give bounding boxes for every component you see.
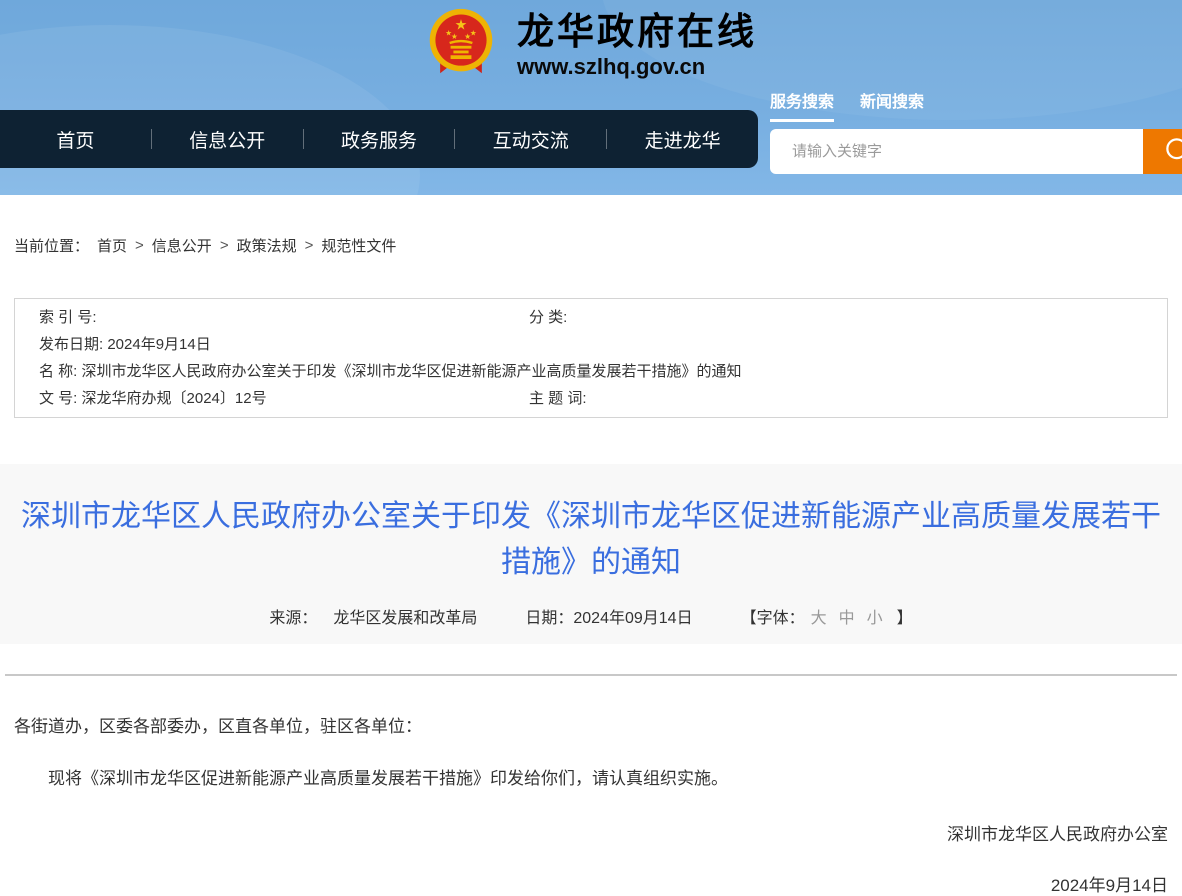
breadcrumb-item-home[interactable]: 首页 — [97, 235, 127, 256]
search-icon — [1163, 135, 1182, 168]
font-size-small-button[interactable]: 小 — [867, 604, 883, 628]
china-national-emblem-icon: ★ ★ ★ ★ ★ — [425, 6, 497, 83]
search-button[interactable] — [1143, 129, 1182, 174]
breadcrumb-label: 当前位置： — [14, 235, 89, 256]
article-salutation: 各街道办，区委各部委办，区直各单位，驻区各单位： — [14, 712, 1168, 737]
article-date: 日期： 2024年09月14日 — [525, 604, 692, 628]
source-value: 龙华区发展和改革局 — [333, 604, 477, 628]
meta-row-index-category: 索 引 号: 分 类: — [39, 304, 1143, 331]
meta-label-index-number: 索 引 号: — [39, 309, 97, 326]
meta-label-keywords: 主 题 词: — [529, 390, 587, 407]
nav-item-interaction[interactable]: 互动交流 — [455, 126, 606, 153]
search-box — [770, 129, 1182, 174]
article-body: 各街道办，区委各部委办，区直各单位，驻区各单位： 现将《深圳市龙华区促进新能源产… — [14, 712, 1168, 896]
breadcrumb-separator: > — [305, 237, 314, 254]
search-tabs: 服务搜索 新闻搜索 — [770, 88, 1182, 122]
meta-row-docno-keywords: 文 号: 深龙华府办规〔2024〕12号 主 题 词: — [39, 385, 1143, 412]
date-label: 日期： — [525, 604, 573, 628]
date-value: 2024年09月14日 — [573, 604, 692, 628]
svg-text:★: ★ — [451, 32, 458, 41]
breadcrumb-item-policies[interactable]: 政策法规 — [237, 235, 297, 256]
search-area: 服务搜索 新闻搜索 — [770, 88, 1182, 174]
meta-label-category: 分 类: — [529, 309, 567, 326]
meta-value-document-number: 深龙华府办规〔2024〕12号 — [82, 390, 267, 407]
site-header: ★ ★ ★ ★ ★ 龙华政府在线 www.szlhq.gov.cn 首页 信息公… — [0, 0, 1182, 195]
article-meta-row: 来源： 龙华区发展和改革局 日期： 2024年09月14日 【字体： 大 中 小… — [16, 604, 1166, 628]
breadcrumb-item-normative-docs[interactable]: 规范性文件 — [321, 235, 396, 256]
nav-item-gov-services[interactable]: 政务服务 — [304, 126, 455, 153]
font-size-medium-button[interactable]: 中 — [839, 604, 855, 628]
site-title: 龙华政府在线 — [517, 10, 757, 54]
source-label: 来源： — [269, 604, 317, 628]
font-size-large-button[interactable]: 大 — [811, 604, 827, 628]
nav-item-home[interactable]: 首页 — [0, 126, 151, 153]
svg-text:★: ★ — [470, 28, 477, 37]
tab-news-search[interactable]: 新闻搜索 — [860, 88, 924, 122]
font-size-label-open: 【字体： — [741, 604, 805, 628]
meta-label-document-number: 文 号: — [39, 390, 77, 407]
nav-item-info-disclosure[interactable]: 信息公开 — [152, 126, 303, 153]
article-paragraph: 现将《深圳市龙华区促进新能源产业高质量发展若干措施》印发给你们，请认真组织实施。 — [14, 764, 1168, 789]
meta-row-name: 名 称: 深圳市龙华区人民政府办公室关于印发《深圳市龙华区促进新能源产业高质量发… — [39, 358, 1143, 385]
nav-item-about-longhua[interactable]: 走进龙华 — [607, 126, 758, 153]
document-metadata-box: 索 引 号: 分 类: 发布日期: 2024年9月14日 名 称: 深圳市龙华区… — [14, 298, 1168, 418]
article-title-section: 深圳市龙华区人民政府办公室关于印发《深圳市龙华区促进新能源产业高质量发展若干措施… — [0, 464, 1182, 644]
font-size-label-close: 】 — [897, 604, 913, 628]
meta-label-publish-date: 发布日期: — [39, 336, 103, 353]
site-brand[interactable]: ★ ★ ★ ★ ★ 龙华政府在线 www.szlhq.gov.cn — [0, 6, 1182, 83]
article-title: 深圳市龙华区人民政府办公室关于印发《深圳市龙华区促进新能源产业高质量发展若干措施… — [16, 494, 1166, 586]
meta-label-document-name: 名 称: — [39, 363, 77, 380]
tab-service-search[interactable]: 服务搜索 — [770, 88, 834, 122]
content-divider — [5, 674, 1177, 676]
breadcrumb-item-info-disclosure[interactable]: 信息公开 — [152, 235, 212, 256]
meta-value-document-name: 深圳市龙华区人民政府办公室关于印发《深圳市龙华区促进新能源产业高质量发展若干措施… — [82, 363, 742, 380]
meta-row-pubdate: 发布日期: 2024年9月14日 — [39, 331, 1143, 358]
article-source: 来源： 龙华区发展和改革局 — [269, 604, 477, 628]
font-size-control: 【字体： 大 中 小 】 — [741, 604, 913, 628]
search-input[interactable] — [770, 129, 1143, 174]
breadcrumb-separator: > — [135, 237, 144, 254]
article-signature: 深圳市龙华区人民政府办公室 — [14, 820, 1168, 845]
site-url: www.szlhq.gov.cn — [517, 54, 757, 80]
breadcrumb-separator: > — [220, 237, 229, 254]
breadcrumb: 当前位置： 首页 > 信息公开 > 政策法规 > 规范性文件 — [14, 235, 1168, 256]
meta-value-publish-date: 2024年9月14日 — [107, 336, 210, 353]
main-nav: 首页 信息公开 政务服务 互动交流 走进龙华 — [0, 110, 758, 168]
article-sign-date: 2024年9月14日 — [14, 871, 1168, 896]
